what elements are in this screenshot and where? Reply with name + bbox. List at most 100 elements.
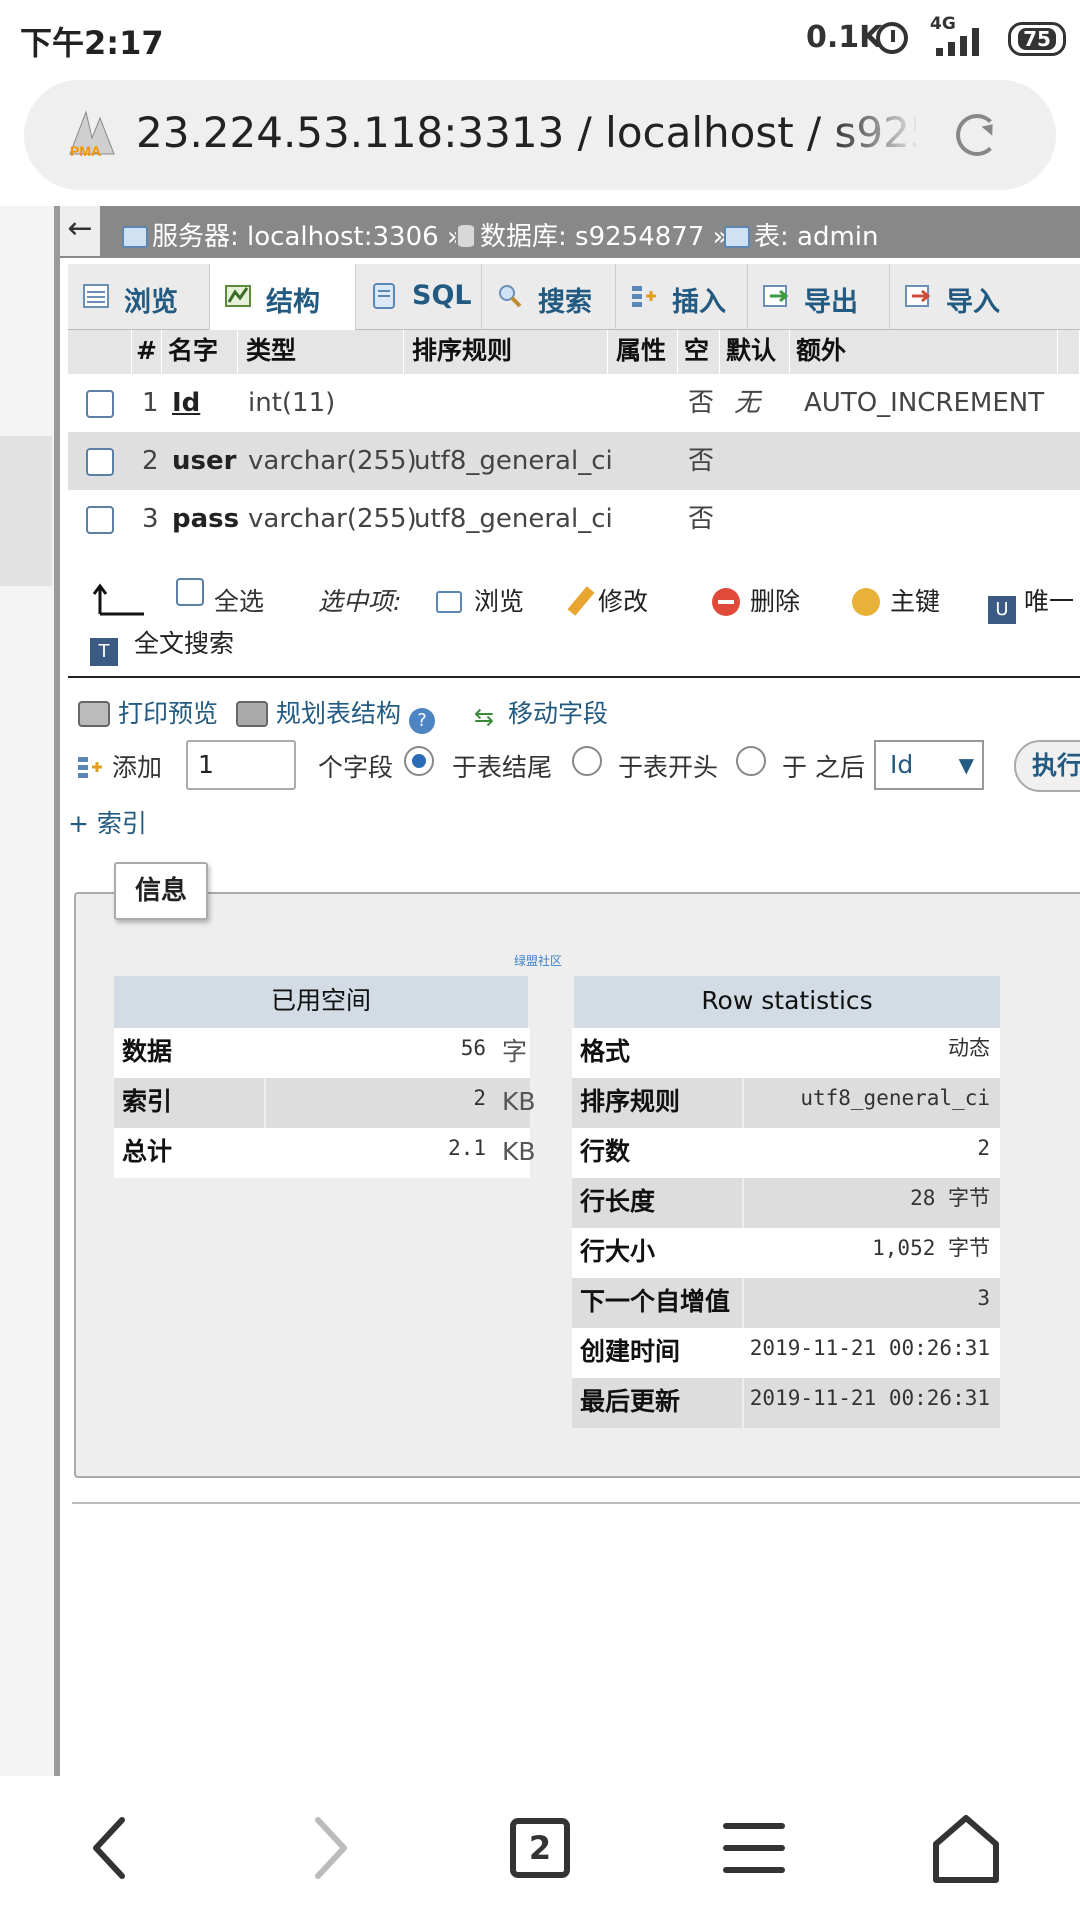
- tab-browse[interactable]: 浏览: [68, 264, 210, 330]
- back-icon[interactable]: [60, 1798, 160, 1898]
- arrow-up-left-icon: [92, 583, 144, 616]
- browse-icon: [436, 591, 462, 613]
- help-icon[interactable]: ?: [408, 708, 435, 734]
- table-row: 索引 2 KB: [114, 1078, 536, 1128]
- breadcrumb-database[interactable]: 数据库: s9254877 »: [456, 216, 729, 253]
- with-selected-actions: 全选 选中项: 浏览 修改 删除 主键 U 唯一 T 全文搜索: [68, 572, 1080, 666]
- home-icon[interactable]: [916, 1798, 1016, 1898]
- go-button[interactable]: 执行: [1014, 740, 1080, 792]
- signal-icon: [934, 24, 994, 56]
- alarm-clock-icon: [876, 22, 908, 54]
- breadcrumb-table[interactable]: 表: admin: [724, 216, 879, 253]
- fulltext-button[interactable]: T 全文搜索: [90, 624, 234, 666]
- fields-label: 个字段: [318, 753, 394, 782]
- table-row: 1 Id int(11) 否 无 AUTO_INCREMENT: [68, 374, 1080, 432]
- row-checkbox[interactable]: [86, 448, 114, 476]
- phpmyadmin-logo-icon: PMA: [69, 110, 115, 159]
- col-header-num: #: [132, 330, 162, 374]
- col-header-attributes[interactable]: 属性: [608, 330, 678, 374]
- col-header-null[interactable]: 空: [678, 330, 720, 374]
- table-row: 行大小 1,052 字节: [572, 1228, 1000, 1278]
- tab-import[interactable]: 导入: [890, 264, 1080, 330]
- print-view-link[interactable]: 打印预览: [78, 694, 218, 730]
- server-icon: [122, 226, 148, 248]
- primary-key-button[interactable]: 主键: [852, 582, 940, 618]
- at-end-radio[interactable]: [404, 746, 434, 776]
- after-field-select[interactable]: Id ▼: [874, 740, 984, 790]
- browser-bottom-bar: 2: [0, 1778, 1080, 1920]
- table-row: 格式 动态: [572, 1028, 1000, 1078]
- change-selected-button[interactable]: 修改: [567, 582, 648, 618]
- table-row: 下一个自增值 3: [572, 1278, 1000, 1328]
- col-header-extra[interactable]: 额外: [790, 330, 1058, 374]
- database-icon: [456, 223, 476, 249]
- after-radio[interactable]: [736, 746, 766, 776]
- tab-export[interactable]: 导出: [748, 264, 890, 330]
- unique-button[interactable]: U 唯一: [988, 582, 1074, 624]
- forward-icon[interactable]: [280, 1798, 380, 1898]
- col-header-default[interactable]: 默认: [720, 330, 790, 374]
- space-usage-table: 已用空间 数据 56 字节 索引 2 KB 总计 2.1 KB: [114, 976, 536, 1178]
- structure-icon: [225, 285, 251, 307]
- table-row: 最后更新 2019-11-21 00:26:31: [572, 1378, 1000, 1428]
- tab-sql[interactable]: SQL: [356, 264, 482, 330]
- row-checkbox[interactable]: [86, 390, 114, 418]
- url-text[interactable]: 23.224.53.118:3313 / localhost / s925487…: [136, 108, 916, 164]
- col-header-name[interactable]: 名字: [162, 330, 238, 374]
- at-end-label[interactable]: 于表结尾: [452, 748, 552, 784]
- svg-text:PMA: PMA: [70, 143, 101, 159]
- propose-structure-link[interactable]: 规划表结构 ?: [236, 694, 435, 734]
- row-checkbox[interactable]: [86, 506, 114, 534]
- index-toggle-link[interactable]: + 索引: [68, 804, 147, 840]
- row-statistics-title: Row statistics: [574, 976, 1000, 1028]
- table-row: 创建时间 2019-11-21 00:26:31: [572, 1328, 1000, 1378]
- breadcrumb: ← 服务器: localhost:3306 » 数据库: s9254877 » …: [60, 206, 1080, 258]
- field-name[interactable]: pass: [172, 490, 239, 548]
- space-usage-title: 已用空间: [114, 976, 528, 1028]
- field-name[interactable]: Id: [172, 374, 200, 432]
- watermark: 绿盟社区: [514, 954, 563, 968]
- delete-icon: [712, 588, 740, 616]
- add-count-input[interactable]: 1: [186, 740, 296, 790]
- back-arrow-icon[interactable]: ←: [60, 206, 100, 256]
- tab-bar: 浏览 结构 SQL 搜索 插入 导出 导入: [68, 264, 1080, 332]
- sql-icon: [373, 283, 395, 309]
- menu-icon[interactable]: [704, 1798, 804, 1898]
- add-column-icon: [78, 757, 102, 778]
- table-tools: 打印预览 规划表结构 ? ⇆ 移动字段 添加 1 个字段 于表结尾 于表开头 于…: [68, 686, 1080, 846]
- table-row: 数据 56 字节: [114, 1028, 530, 1114]
- pencil-icon: [567, 586, 595, 616]
- table-structure-icon: [236, 701, 268, 727]
- tab-insert[interactable]: 插入: [616, 264, 748, 330]
- network-speed: 0.1K: [806, 20, 883, 55]
- status-bar: 下午2:17 0.1K 4G 75: [0, 0, 1080, 78]
- move-columns-link[interactable]: ⇆ 移动字段: [474, 694, 608, 731]
- tabs-button[interactable]: 2: [490, 1798, 590, 1898]
- at-beginning-radio[interactable]: [572, 746, 602, 776]
- table-row: 排序规则 utf8_general_ci: [572, 1078, 1000, 1128]
- address-bar[interactable]: PMA 23.224.53.118:3313 / localhost / s92…: [24, 80, 1056, 190]
- table-row: 2 user varchar(255) utf8_general_ci 否: [68, 432, 1080, 490]
- printer-icon: [78, 701, 110, 727]
- magnifier-icon: [499, 285, 522, 308]
- dropdown-arrow-icon: ▼: [958, 753, 974, 777]
- after-label[interactable]: 于 之后: [782, 748, 865, 784]
- field-name[interactable]: user: [172, 432, 236, 490]
- tab-search[interactable]: 搜索: [482, 264, 616, 330]
- col-header-collation[interactable]: 排序规则: [404, 330, 608, 374]
- reload-icon[interactable]: [956, 114, 998, 156]
- drop-selected-button[interactable]: 删除: [712, 582, 800, 618]
- table-row: 总计 2.1 KB: [114, 1128, 536, 1178]
- at-beginning-label[interactable]: 于表开头: [618, 748, 718, 784]
- browse-selected-button[interactable]: 浏览: [436, 582, 524, 618]
- select-all-checkbox[interactable]: [176, 578, 204, 606]
- tab-structure[interactable]: 结构: [210, 264, 356, 332]
- key-icon: [852, 588, 880, 616]
- table-row: 3 pass varchar(255) utf8_general_ci 否: [68, 490, 1080, 548]
- insert-icon: [632, 286, 656, 307]
- col-header-type[interactable]: 类型: [238, 330, 404, 374]
- import-icon: [905, 285, 931, 307]
- breadcrumb-server[interactable]: 服务器: localhost:3306 »: [122, 216, 463, 253]
- select-all-label[interactable]: 全选: [214, 582, 264, 618]
- status-time: 下午2:17: [20, 24, 164, 62]
